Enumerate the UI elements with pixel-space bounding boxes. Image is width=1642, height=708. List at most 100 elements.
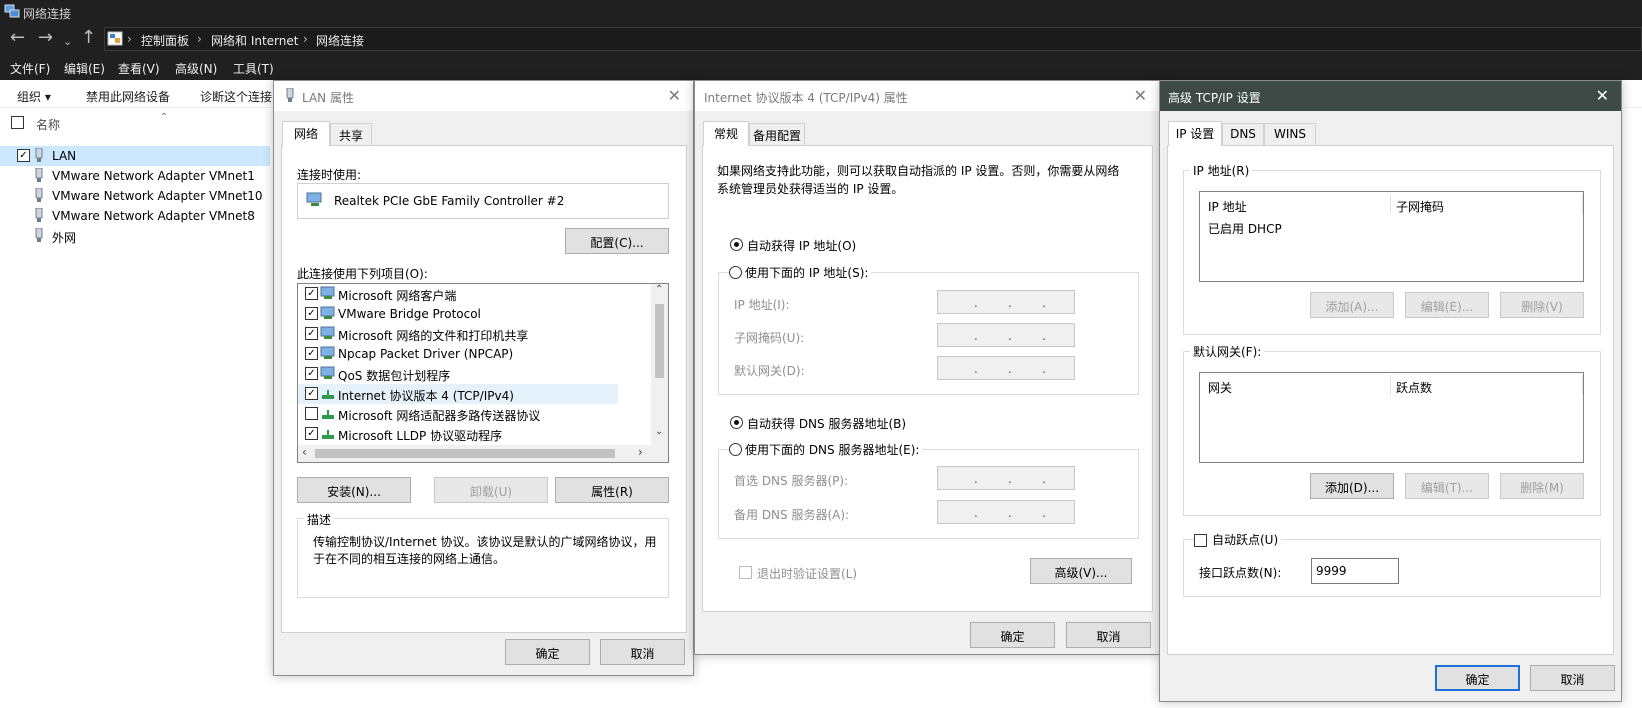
menu-advanced[interactable]: 高级(N) — [175, 60, 217, 77]
ok-button[interactable]: 确定 — [505, 639, 590, 665]
scroll-down-icon[interactable]: ⌄ — [655, 426, 663, 437]
list-item[interactable]: VMware Network Adapter VMnet10 — [0, 186, 270, 206]
auto-ip-radio[interactable] — [730, 238, 743, 251]
manual-ip-radio[interactable] — [729, 266, 742, 279]
ok-button[interactable]: 确定 — [970, 622, 1055, 648]
breadcrumb-network-connections[interactable]: 网络连接 — [316, 32, 364, 49]
validate-checkbox[interactable] — [739, 566, 752, 579]
default-gateway-field[interactable]: ... — [937, 356, 1075, 380]
install-button[interactable]: 安装(N)... — [297, 477, 411, 503]
list-item[interactable]: VMware Network Adapter VMnet8 — [0, 206, 270, 226]
recent-chevron-icon[interactable]: ⌄ — [63, 32, 72, 52]
component-checkbox[interactable]: ✓ — [305, 387, 318, 400]
component-checkbox[interactable]: ✓ — [305, 427, 318, 440]
configure-button[interactable]: 配置(C)... — [565, 228, 669, 254]
auto-metric-checkbox[interactable] — [1194, 534, 1207, 547]
up-arrow-icon[interactable]: ↑ — [81, 28, 96, 48]
component-row[interactable]: ✓ VMware Bridge Protocol — [298, 304, 618, 324]
add-ip-button[interactable]: 添加(A)... — [1310, 292, 1394, 318]
tab-dns[interactable]: DNS — [1222, 123, 1264, 145]
component-row[interactable]: ✓ Npcap Packet Driver (NPCAP) — [298, 344, 618, 364]
tab-network[interactable]: 网络 — [282, 121, 330, 146]
component-checkbox[interactable]: ✓ — [305, 367, 318, 380]
delete-ip-button[interactable]: 删除(V) — [1500, 292, 1584, 318]
list-item[interactable]: VMware Network Adapter VMnet1 — [0, 166, 270, 186]
scroll-right-icon[interactable]: › — [638, 445, 643, 459]
preferred-dns-field[interactable]: ... — [937, 466, 1075, 490]
item-checkbox[interactable]: ✓ — [17, 149, 30, 162]
menu-view[interactable]: 查看(V) — [118, 60, 160, 77]
component-checkbox[interactable]: ✓ — [305, 307, 318, 320]
properties-button[interactable]: 属性(R) — [555, 477, 669, 503]
back-arrow-icon[interactable]: ← — [10, 28, 25, 48]
metric-column-header[interactable]: 跃点数 — [1396, 379, 1432, 396]
ok-button[interactable]: 确定 — [1435, 665, 1520, 691]
disable-device-button[interactable]: 禁用此网络设备 — [86, 88, 170, 105]
tab-general[interactable]: 常规 — [703, 121, 749, 146]
tab-sharing[interactable]: 共享 — [330, 123, 372, 145]
manual-dns-radio[interactable] — [729, 443, 742, 456]
component-checkbox[interactable]: ✓ — [305, 287, 318, 300]
diagnose-button[interactable]: 诊断这个连接 — [200, 88, 272, 105]
interface-metric-field[interactable] — [1311, 558, 1399, 584]
cancel-button[interactable]: 取消 — [600, 639, 685, 665]
menu-edit[interactable]: 编辑(E) — [64, 60, 105, 77]
horizontal-scrollbar[interactable]: ‹ › — [298, 445, 668, 462]
scroll-thumb[interactable] — [655, 304, 664, 378]
list-item[interactable]: 外网 — [0, 226, 270, 246]
select-all-checkbox[interactable] — [11, 116, 24, 129]
ethernet-adapter-icon — [35, 228, 43, 242]
column-header[interactable]: 名称 ⌃ — [0, 112, 280, 132]
close-icon[interactable]: ✕ — [668, 86, 681, 105]
list-item-lan[interactable]: ✓ LAN — [0, 146, 270, 166]
tab-alternate-config[interactable]: 备用配置 — [749, 123, 805, 145]
auto-dns-radio[interactable] — [730, 416, 743, 429]
menu-tools[interactable]: 工具(T) — [233, 60, 274, 77]
cancel-button[interactable]: 取消 — [1066, 622, 1151, 648]
component-label: Npcap Packet Driver (NPCAP) — [338, 347, 514, 361]
advanced-button[interactable]: 高级(V)... — [1030, 558, 1132, 584]
breadcrumb-control-panel[interactable]: 控制面板 — [141, 32, 189, 49]
breadcrumb-network-internet[interactable]: 网络和 Internet — [211, 32, 298, 49]
close-icon[interactable]: ✕ — [1134, 86, 1147, 105]
scroll-thumb[interactable] — [315, 449, 615, 458]
add-gateway-button[interactable]: 添加(D)... — [1310, 473, 1394, 499]
component-checkbox[interactable] — [305, 407, 318, 420]
component-row[interactable]: ✓ Microsoft LLDP 协议驱动程序 — [298, 424, 618, 444]
subnet-mask-column-header[interactable]: 子网掩码 — [1396, 198, 1444, 215]
address-box[interactable]: › 控制面板 › 网络和 Internet › 网络连接 — [104, 27, 1642, 51]
uninstall-button[interactable]: 卸载(U) — [434, 477, 548, 503]
ip-address-field[interactable]: ... — [937, 290, 1075, 314]
vertical-scrollbar[interactable]: ⌃ ⌄ — [651, 284, 668, 446]
cancel-button[interactable]: 取消 — [1530, 665, 1615, 691]
component-row[interactable]: ✓ QoS 数据包计划程序 — [298, 364, 618, 384]
gateway-column-header[interactable]: 网关 — [1208, 379, 1232, 396]
alternate-dns-field[interactable]: ... — [937, 500, 1075, 524]
auto-ip-label[interactable]: 自动获得 IP 地址(O) — [747, 237, 856, 254]
manual-dns-label[interactable]: 使用下面的 DNS 服务器地址(E): — [742, 441, 923, 458]
tab-ip-settings[interactable]: IP 设置 — [1168, 121, 1222, 146]
organize-button[interactable]: 组织 ▾ — [17, 88, 51, 105]
default-gateway-group-label: 默认网关(F): — [1190, 343, 1265, 360]
scroll-up-icon[interactable]: ⌃ — [655, 284, 663, 295]
component-checkbox[interactable]: ✓ — [305, 347, 318, 360]
menu-file[interactable]: 文件(F) — [10, 60, 50, 77]
close-icon[interactable]: ✕ — [1596, 86, 1609, 105]
component-row[interactable]: ✓ Microsoft 网络客户端 — [298, 284, 618, 304]
tab-wins[interactable]: WINS — [1264, 123, 1316, 145]
manual-ip-label[interactable]: 使用下面的 IP 地址(S): — [742, 264, 872, 281]
component-row[interactable]: Microsoft 网络适配器多路传送器协议 — [298, 404, 618, 424]
ip-address-column-header[interactable]: IP 地址 — [1208, 198, 1247, 215]
subnet-mask-field[interactable]: ... — [937, 323, 1075, 347]
delete-gateway-button[interactable]: 删除(M) — [1500, 473, 1584, 499]
edit-ip-button[interactable]: 编辑(E)... — [1405, 292, 1489, 318]
component-checkbox[interactable]: ✓ — [305, 327, 318, 340]
edit-gateway-button[interactable]: 编辑(T)... — [1405, 473, 1489, 499]
auto-dns-label[interactable]: 自动获得 DNS 服务器地址(B) — [747, 415, 906, 432]
dhcp-row[interactable]: 已启用 DHCP — [1208, 220, 1282, 237]
forward-arrow-icon[interactable]: → — [38, 28, 53, 48]
component-row[interactable]: ✓ Microsoft 网络的文件和打印机共享 — [298, 324, 618, 344]
component-row[interactable]: ✓ Internet 协议版本 4 (TCP/IPv4) — [298, 384, 618, 404]
scroll-left-icon[interactable]: ‹ — [302, 445, 307, 459]
auto-metric-label[interactable]: 自动跃点(U) — [1209, 531, 1282, 548]
